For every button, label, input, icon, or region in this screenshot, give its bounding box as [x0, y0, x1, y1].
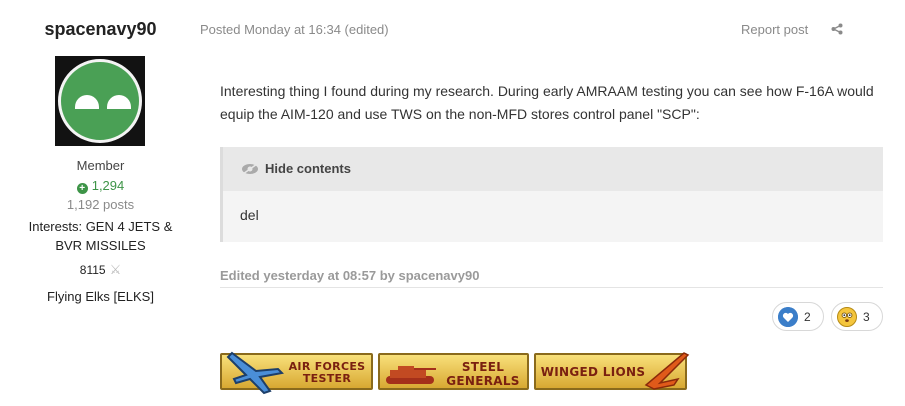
spoiler-toggle[interactable]: Hide contents — [223, 147, 883, 191]
spoiler-content: del — [240, 207, 259, 223]
divider — [220, 287, 883, 288]
reaction-count: 2 — [804, 310, 811, 324]
badge-number: 8115 — [79, 263, 106, 277]
author-name[interactable]: spacenavy90 — [0, 19, 201, 40]
author-clan: Flying Elks [ELKS] — [47, 289, 154, 304]
reaction-like[interactable]: 2 — [772, 302, 824, 331]
post-body: Interesting thing I found during my rese… — [220, 83, 874, 122]
author-badge: 8115 ⚔ — [0, 262, 201, 278]
edited-note: Edited yesterday at 08:57 by spacenavy90 — [220, 268, 480, 283]
author-rank: Member — [76, 158, 125, 173]
avatar[interactable] — [55, 56, 145, 146]
badge-air-forces-tester[interactable]: AIR FORCES TESTER — [220, 351, 373, 395]
eye-slash-icon — [242, 163, 258, 175]
share-icon[interactable] — [831, 23, 843, 35]
report-post-link[interactable]: Report post — [741, 22, 808, 37]
reaction-count: 3 — [863, 310, 870, 324]
reputation: +1,294 — [0, 178, 201, 194]
badge-label: STEEL GENERALS — [446, 360, 520, 388]
badge-steel-generals[interactable]: STEEL GENERALS — [378, 353, 529, 390]
tank-icon — [386, 366, 436, 384]
post-count: 1,192 posts — [66, 197, 135, 212]
badge-label: AIR FORCES TESTER — [288, 360, 366, 385]
like-icon — [778, 307, 798, 327]
reaction-haha[interactable]: 3 — [831, 302, 883, 331]
jet-icon — [644, 352, 690, 390]
haha-icon — [837, 307, 857, 327]
post-timestamp[interactable]: Posted Monday at 16:34 (edited) — [200, 22, 389, 37]
author-interests: Interests: GEN 4 JETS & BVR MISSILES — [28, 219, 173, 253]
airplane-icon — [226, 351, 284, 395]
badge-winged-lions[interactable]: WINGED LIONS — [534, 352, 690, 390]
crossed-swords-icon: ⚔ — [109, 262, 122, 277]
author-panel: spacenavy90 Member +1,294 1,192 posts In… — [0, 0, 201, 406]
spoiler-block: Hide contents del — [220, 147, 883, 242]
badge-label: WINGED LIONS — [540, 365, 646, 379]
reputation-value: 1,294 — [91, 178, 125, 193]
avatar-face-icon — [58, 59, 142, 143]
spoiler-label: Hide contents — [265, 161, 351, 176]
plus-circle-icon: + — [76, 183, 88, 194]
